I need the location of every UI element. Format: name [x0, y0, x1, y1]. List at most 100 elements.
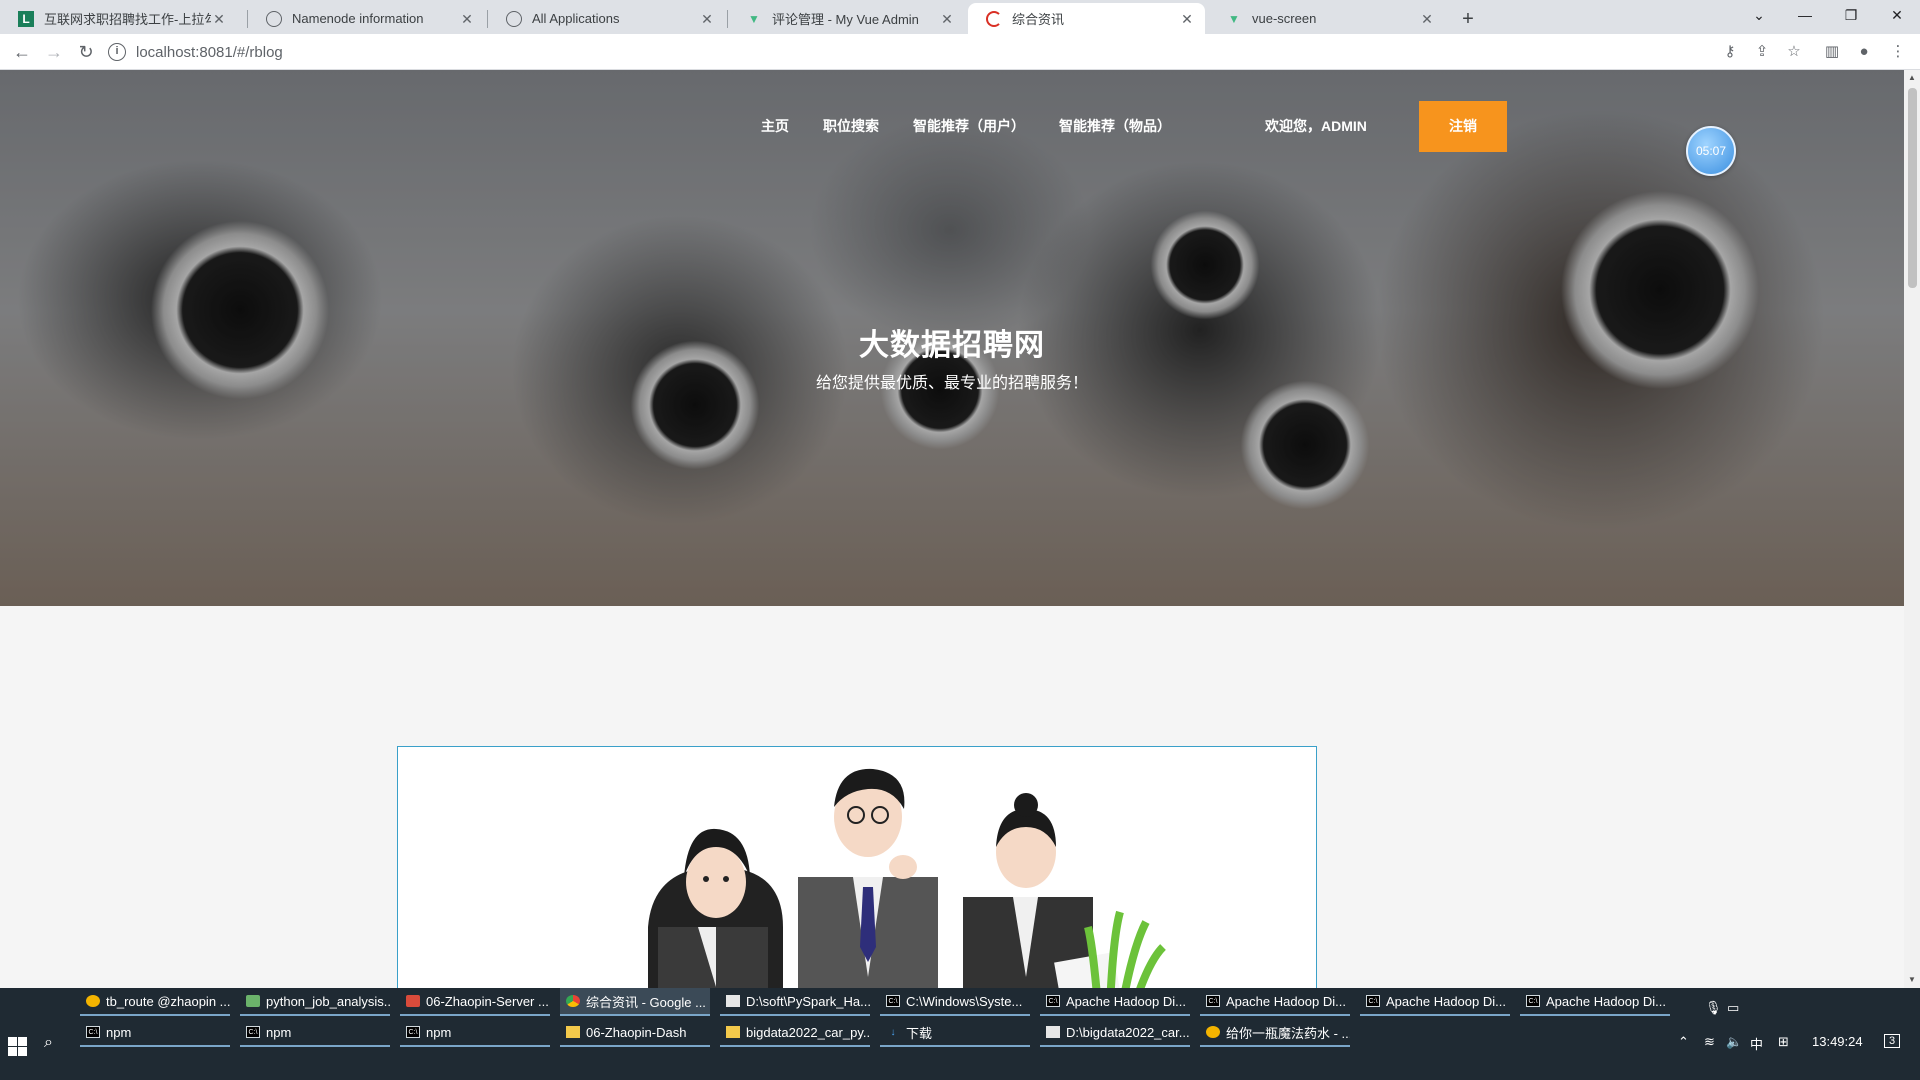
taskbar-item[interactable]: C:\ Apache Hadoop Di...	[1040, 988, 1190, 1016]
url-text[interactable]: localhost:8081/#/rblog	[136, 44, 283, 61]
close-icon[interactable]: ✕	[1179, 11, 1195, 27]
cmd-icon: C:\	[1046, 995, 1060, 1007]
taskbar-item[interactable]: 06-Zhaopin-Server ...	[400, 988, 550, 1016]
browser-tab[interactable]: Namenode information ✕	[248, 3, 485, 34]
battery-icon[interactable]: ▭	[1727, 1000, 1739, 1016]
new-tab-button[interactable]: +	[1454, 5, 1482, 33]
hero-subtitle: 给您提供最优质、最专业的招聘服务！	[815, 375, 1088, 392]
taskbar-item[interactable]: 给你一瓶魔法药水 - ...	[1200, 1019, 1350, 1047]
browser-toolbar: ← → ↻ i localhost:8081/#/rblog ⚷ ⇪ ☆ ▥ ●…	[0, 34, 1920, 70]
taskbar-item[interactable]: C:\ npm	[240, 1019, 390, 1047]
taskbar-item[interactable]: python_job_analysis...	[240, 988, 390, 1016]
browser-tab[interactable]: All Applications ✕	[488, 3, 725, 34]
doc-icon	[726, 995, 740, 1007]
clock[interactable]: 13:49:24	[1812, 1034, 1863, 1049]
page-viewport: 主页 职位搜索 智能推荐（用户） 智能推荐（物品） 欢迎您，ADMIN 注销 大…	[0, 70, 1904, 988]
key-icon[interactable]: ⚷	[1718, 40, 1742, 64]
windows-taskbar: tb_route @zhaopin ... python_job_analysi…	[0, 988, 1920, 1080]
taskbar-item[interactable]: ↓ 下载	[880, 1019, 1030, 1047]
globe-icon	[506, 10, 522, 27]
browser-tab-active[interactable]: 综合资讯 ✕	[968, 3, 1205, 34]
business-people-illustration	[648, 768, 1166, 988]
nav-recommend-item-link[interactable]: 智能推荐（物品）	[1059, 116, 1171, 136]
app-icon	[1046, 1026, 1060, 1038]
nav-job-search-link[interactable]: 职位搜索	[823, 116, 879, 136]
taskbar-item[interactable]: C:\ Apache Hadoop Di...	[1520, 988, 1670, 1016]
taskbar-item[interactable]: C:\ Apache Hadoop Di...	[1360, 988, 1510, 1016]
tab-search-icon[interactable]: ⌄	[1736, 0, 1782, 30]
recording-timer-badge[interactable]: 05:07	[1686, 126, 1736, 176]
forward-button[interactable]: →	[40, 38, 68, 66]
close-icon[interactable]: ✕	[699, 11, 715, 27]
page-scrollbar[interactable]: ▲ ▼	[1904, 70, 1920, 988]
tab-title: 评论管理 - My Vue Admin	[772, 12, 919, 27]
taskbar-item[interactable]: C:\ npm	[400, 1019, 550, 1047]
nav-recommend-user-link[interactable]: 智能推荐（用户）	[913, 116, 1025, 136]
taskbar-item-active[interactable]: 综合资讯 - Google ...	[560, 988, 710, 1016]
cmd-icon: C:\	[246, 1026, 260, 1038]
browser-tab[interactable]: L 互联网求职招聘找工作-上拉勾招 ✕	[0, 3, 237, 34]
microphone-icon[interactable]: 🎙	[1705, 1000, 1722, 1016]
browser-tab[interactable]: ▼ vue-screen ✕	[1208, 3, 1445, 34]
close-icon[interactable]: ✕	[211, 11, 227, 27]
close-icon[interactable]: ✕	[459, 11, 475, 27]
folder-icon	[726, 1026, 740, 1038]
bookmark-star-icon[interactable]: ☆	[1782, 40, 1806, 64]
search-icon[interactable]: ⌕	[44, 1034, 53, 1052]
top-nav: 主页 职位搜索 智能推荐（用户） 智能推荐（物品） 欢迎您，ADMIN 注销	[0, 70, 1904, 186]
taskbar-item[interactable]: C:\ C:\Windows\Syste...	[880, 988, 1030, 1016]
side-panel-icon[interactable]: ▥	[1820, 40, 1844, 64]
hero-title: 大数据招聘网	[859, 329, 1045, 362]
app-icon	[406, 995, 420, 1007]
reload-button[interactable]: ↻	[72, 38, 100, 66]
download-icon: ↓	[890, 1026, 896, 1038]
close-icon[interactable]: ✕	[1419, 11, 1435, 27]
tab-title: All Applications	[532, 11, 620, 26]
wifi-icon[interactable]: ≋	[1704, 1034, 1715, 1050]
chrome-icon	[566, 995, 580, 1007]
scroll-up-icon[interactable]: ▲	[1904, 70, 1920, 86]
browser-tab[interactable]: ▼ 评论管理 - My Vue Admin ✕	[728, 3, 965, 34]
ime-indicator[interactable]: 中	[1750, 1034, 1763, 1053]
welcome-text: 欢迎您，ADMIN	[1265, 118, 1367, 134]
logout-button[interactable]: 注销	[1419, 101, 1507, 152]
tab-title: Namenode information	[292, 11, 424, 26]
taskbar-item[interactable]: bigdata2022_car_py...	[720, 1019, 870, 1047]
tab-title: 互联网求职招聘找工作-上拉勾招	[44, 12, 211, 27]
close-icon[interactable]: ✕	[939, 11, 955, 27]
scrollbar-thumb[interactable]	[1908, 88, 1917, 288]
taskbar-item[interactable]: D:\bigdata2022_car...	[1040, 1019, 1190, 1047]
globe-icon	[266, 10, 282, 27]
vue-icon: ▼	[748, 11, 760, 26]
volume-icon[interactable]: 🔈	[1726, 1034, 1742, 1050]
start-button[interactable]	[8, 1037, 28, 1057]
taskbar-item[interactable]: C:\ Apache Hadoop Di...	[1200, 988, 1350, 1016]
taskbar-item[interactable]: 06-Zhaopin-Dash	[560, 1019, 710, 1047]
notification-center-icon[interactable]: 3	[1884, 1034, 1901, 1048]
tab-title: 综合资讯	[1012, 12, 1065, 27]
cmd-icon: C:\	[886, 995, 900, 1007]
minimize-button[interactable]: —	[1782, 0, 1828, 30]
keyboard-icon[interactable]: ⊞	[1778, 1034, 1789, 1050]
menu-icon[interactable]: ⋮	[1886, 40, 1910, 64]
python-icon	[246, 995, 260, 1007]
restore-button[interactable]: ❐	[1828, 0, 1874, 30]
nav-home-link[interactable]: 主页	[761, 116, 789, 136]
chevron-up-icon[interactable]: ⌃	[1678, 1034, 1689, 1050]
close-window-button[interactable]: ✕	[1874, 0, 1920, 30]
back-button[interactable]: ←	[8, 38, 36, 66]
scroll-down-icon[interactable]: ▼	[1904, 972, 1920, 988]
notification-count: 3	[1889, 1035, 1896, 1047]
cmd-icon: C:\	[1206, 995, 1220, 1007]
cmd-icon: C:\	[86, 1026, 100, 1038]
share-icon[interactable]: ⇪	[1750, 40, 1774, 64]
taskbar-item[interactable]: D:\soft\PySpark_Ha...	[720, 988, 870, 1016]
address-bar[interactable]: i localhost:8081/#/rblog	[108, 38, 1748, 66]
profile-icon[interactable]: ●	[1852, 40, 1876, 64]
site-info-icon[interactable]: i	[108, 43, 126, 61]
cmd-icon: C:\	[1526, 995, 1540, 1007]
taskbar-item[interactable]: tb_route @zhaopin ...	[80, 988, 230, 1016]
illustration-card	[397, 746, 1317, 988]
loading-icon	[986, 10, 1002, 27]
taskbar-item[interactable]: C:\ npm	[80, 1019, 230, 1047]
